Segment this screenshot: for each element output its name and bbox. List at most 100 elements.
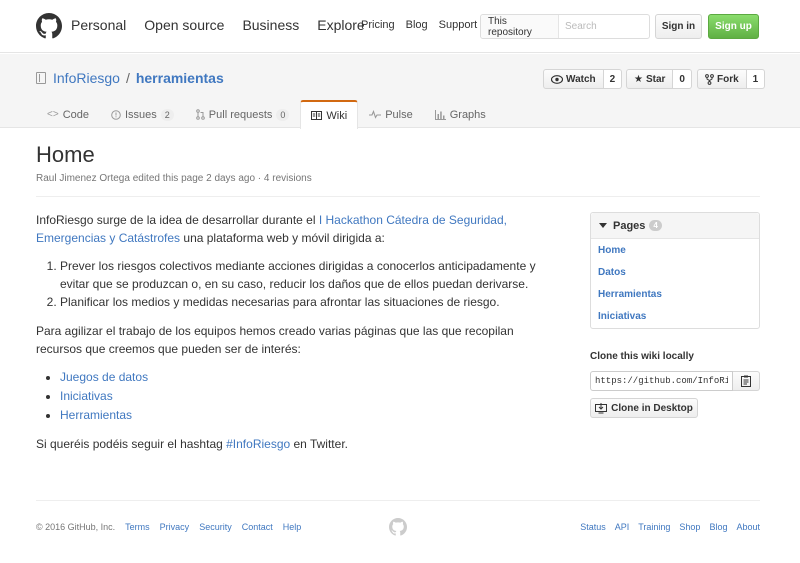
- footer-link-shop[interactable]: Shop: [679, 522, 700, 532]
- secondary-nav: Pricing Blog Support: [361, 19, 477, 31]
- tab-code[interactable]: <> Code: [36, 100, 100, 128]
- github-mark-icon[interactable]: [389, 518, 407, 536]
- tab-issues-label: Issues: [124, 108, 157, 121]
- list-item: Herramientas: [60, 406, 556, 425]
- sign-in-button[interactable]: Sign in: [655, 14, 702, 39]
- list-item: Iniciativas: [60, 387, 556, 406]
- star-action: ★ Star 0: [626, 69, 692, 89]
- github-logo-icon[interactable]: [36, 13, 62, 39]
- intro-paragraph: InfoRiesgo surge de la idea de desarroll…: [36, 211, 556, 247]
- nav-explore[interactable]: Explore: [317, 17, 364, 33]
- watch-count[interactable]: 2: [603, 69, 623, 89]
- tab-wiki[interactable]: Wiki: [300, 100, 359, 129]
- resources-paragraph: Para agilizar el trabajo de los equipos …: [36, 324, 514, 356]
- clone-label: Clone this wiki locally: [590, 351, 694, 362]
- triangle-down-icon: [599, 223, 607, 228]
- nav-support[interactable]: Support: [439, 19, 478, 31]
- fork-count[interactable]: 1: [746, 69, 766, 89]
- watch-label: Watch: [566, 73, 596, 85]
- outro-paragraph: Si queréis podéis seguir el hashtag #Inf…: [36, 435, 556, 453]
- search-scope-label: This repository: [481, 15, 559, 38]
- pull-request-icon: [195, 109, 205, 120]
- repo-nav: <> Code Issues 2 Pull requests 0 Wiki Pu…: [36, 100, 497, 129]
- page-link-iniciativas[interactable]: Iniciativas: [598, 309, 759, 331]
- footer-divider: [36, 500, 760, 501]
- intro-prefix: InfoRiesgo surge de la idea de desarroll…: [36, 213, 319, 227]
- nav-pricing[interactable]: Pricing: [361, 19, 395, 31]
- page-title: Home: [36, 142, 95, 167]
- clipboard-icon: [741, 375, 751, 387]
- desktop-download-icon: [595, 402, 608, 413]
- footer-link-privacy[interactable]: Privacy: [160, 522, 190, 532]
- repo-owner-link[interactable]: InfoRiesgo: [53, 70, 120, 86]
- clone-in-desktop-label: Clone in Desktop: [611, 402, 693, 414]
- link-herramientas[interactable]: Herramientas: [60, 408, 132, 422]
- page-link-herramientas[interactable]: Herramientas: [598, 287, 759, 309]
- issues-counter: 2: [160, 108, 174, 121]
- footer-right: Status API Training Shop Blog About: [580, 522, 760, 532]
- footer-link-security[interactable]: Security: [199, 522, 232, 532]
- star-button[interactable]: ★ Star: [626, 69, 674, 89]
- tab-issues[interactable]: Issues 2: [100, 100, 185, 128]
- tab-pull-requests[interactable]: Pull requests 0: [185, 100, 301, 128]
- fork-action: Fork 1: [697, 69, 766, 89]
- footer-link-contact[interactable]: Contact: [242, 522, 273, 532]
- intro-suffix: una plataforma web y móvil dirigida a:: [180, 231, 385, 245]
- watch-button[interactable]: Watch: [543, 69, 604, 89]
- main-nav: Personal Open source Business Explore: [71, 17, 365, 33]
- page-link-home[interactable]: Home: [598, 243, 759, 265]
- code-icon: <>: [47, 109, 59, 120]
- copy-clipboard-button[interactable]: [733, 371, 760, 391]
- clone-url-input[interactable]: [590, 371, 733, 391]
- pages-list: Home Datos Herramientas Iniciativas: [591, 239, 759, 331]
- pages-box: Pages 4 Home Datos Herramientas Iniciati…: [590, 212, 760, 329]
- tab-pulse-label: Pulse: [385, 108, 413, 121]
- list-item: Prever los riesgos colectivos mediante a…: [60, 257, 556, 293]
- copyright-text: © 2016 GitHub, Inc.: [36, 522, 116, 532]
- nav-personal[interactable]: Personal: [71, 17, 126, 33]
- page-link-datos[interactable]: Datos: [598, 265, 759, 287]
- clone-in-desktop-button[interactable]: Clone in Desktop: [590, 398, 698, 418]
- repo-name-link[interactable]: herramientas: [136, 70, 224, 86]
- hashtag-link[interactable]: #InfoRiesgo: [226, 437, 290, 451]
- title-divider: [36, 196, 760, 197]
- sign-up-button[interactable]: Sign up: [708, 14, 759, 39]
- tab-code-label: Code: [62, 108, 89, 121]
- link-juegos-de-datos[interactable]: Juegos de datos: [60, 370, 148, 384]
- clone-url-group: [590, 371, 760, 391]
- pull-requests-counter: 0: [276, 108, 290, 121]
- footer-link-terms[interactable]: Terms: [125, 522, 150, 532]
- list-item: Planificar los medios y medidas necesari…: [60, 293, 556, 311]
- tab-graphs[interactable]: Graphs: [424, 100, 497, 128]
- pages-toggle[interactable]: Pages 4: [591, 213, 759, 239]
- eye-icon: [551, 74, 563, 84]
- star-label: Star: [645, 73, 666, 85]
- goals-list: Prever los riesgos colectivos mediante a…: [36, 257, 556, 311]
- nav-blog[interactable]: Blog: [406, 19, 428, 31]
- footer-link-training[interactable]: Training: [638, 522, 670, 532]
- fork-button[interactable]: Fork: [697, 69, 747, 89]
- issue-icon: [111, 109, 121, 120]
- book-icon: [311, 111, 323, 120]
- footer-link-status[interactable]: Status: [580, 522, 606, 532]
- tab-pulse[interactable]: Pulse: [358, 100, 424, 128]
- repo-header: InfoRiesgo / herramientas Watch 2 ★ Star…: [0, 54, 800, 129]
- search-input[interactable]: [559, 21, 649, 32]
- footer-link-blog[interactable]: Blog: [709, 522, 727, 532]
- footer-link-about[interactable]: About: [736, 522, 760, 532]
- fork-icon: [705, 73, 714, 85]
- pages-count-badge: 4: [649, 220, 662, 231]
- footer-link-help[interactable]: Help: [283, 522, 302, 532]
- fork-label: Fork: [717, 73, 739, 85]
- search-box: This repository: [480, 14, 650, 39]
- pages-label: Pages: [613, 219, 646, 232]
- nav-open-source[interactable]: Open source: [144, 17, 224, 33]
- star-count[interactable]: 0: [673, 69, 692, 89]
- footer-link-api[interactable]: API: [615, 522, 630, 532]
- list-item: Juegos de datos: [60, 368, 556, 387]
- tab-pull-requests-label: Pull requests: [208, 108, 273, 121]
- nav-business[interactable]: Business: [242, 17, 299, 33]
- wiki-content: InfoRiesgo surge de la idea de desarroll…: [36, 211, 556, 463]
- graph-icon: [434, 109, 446, 120]
- link-iniciativas[interactable]: Iniciativas: [60, 389, 113, 403]
